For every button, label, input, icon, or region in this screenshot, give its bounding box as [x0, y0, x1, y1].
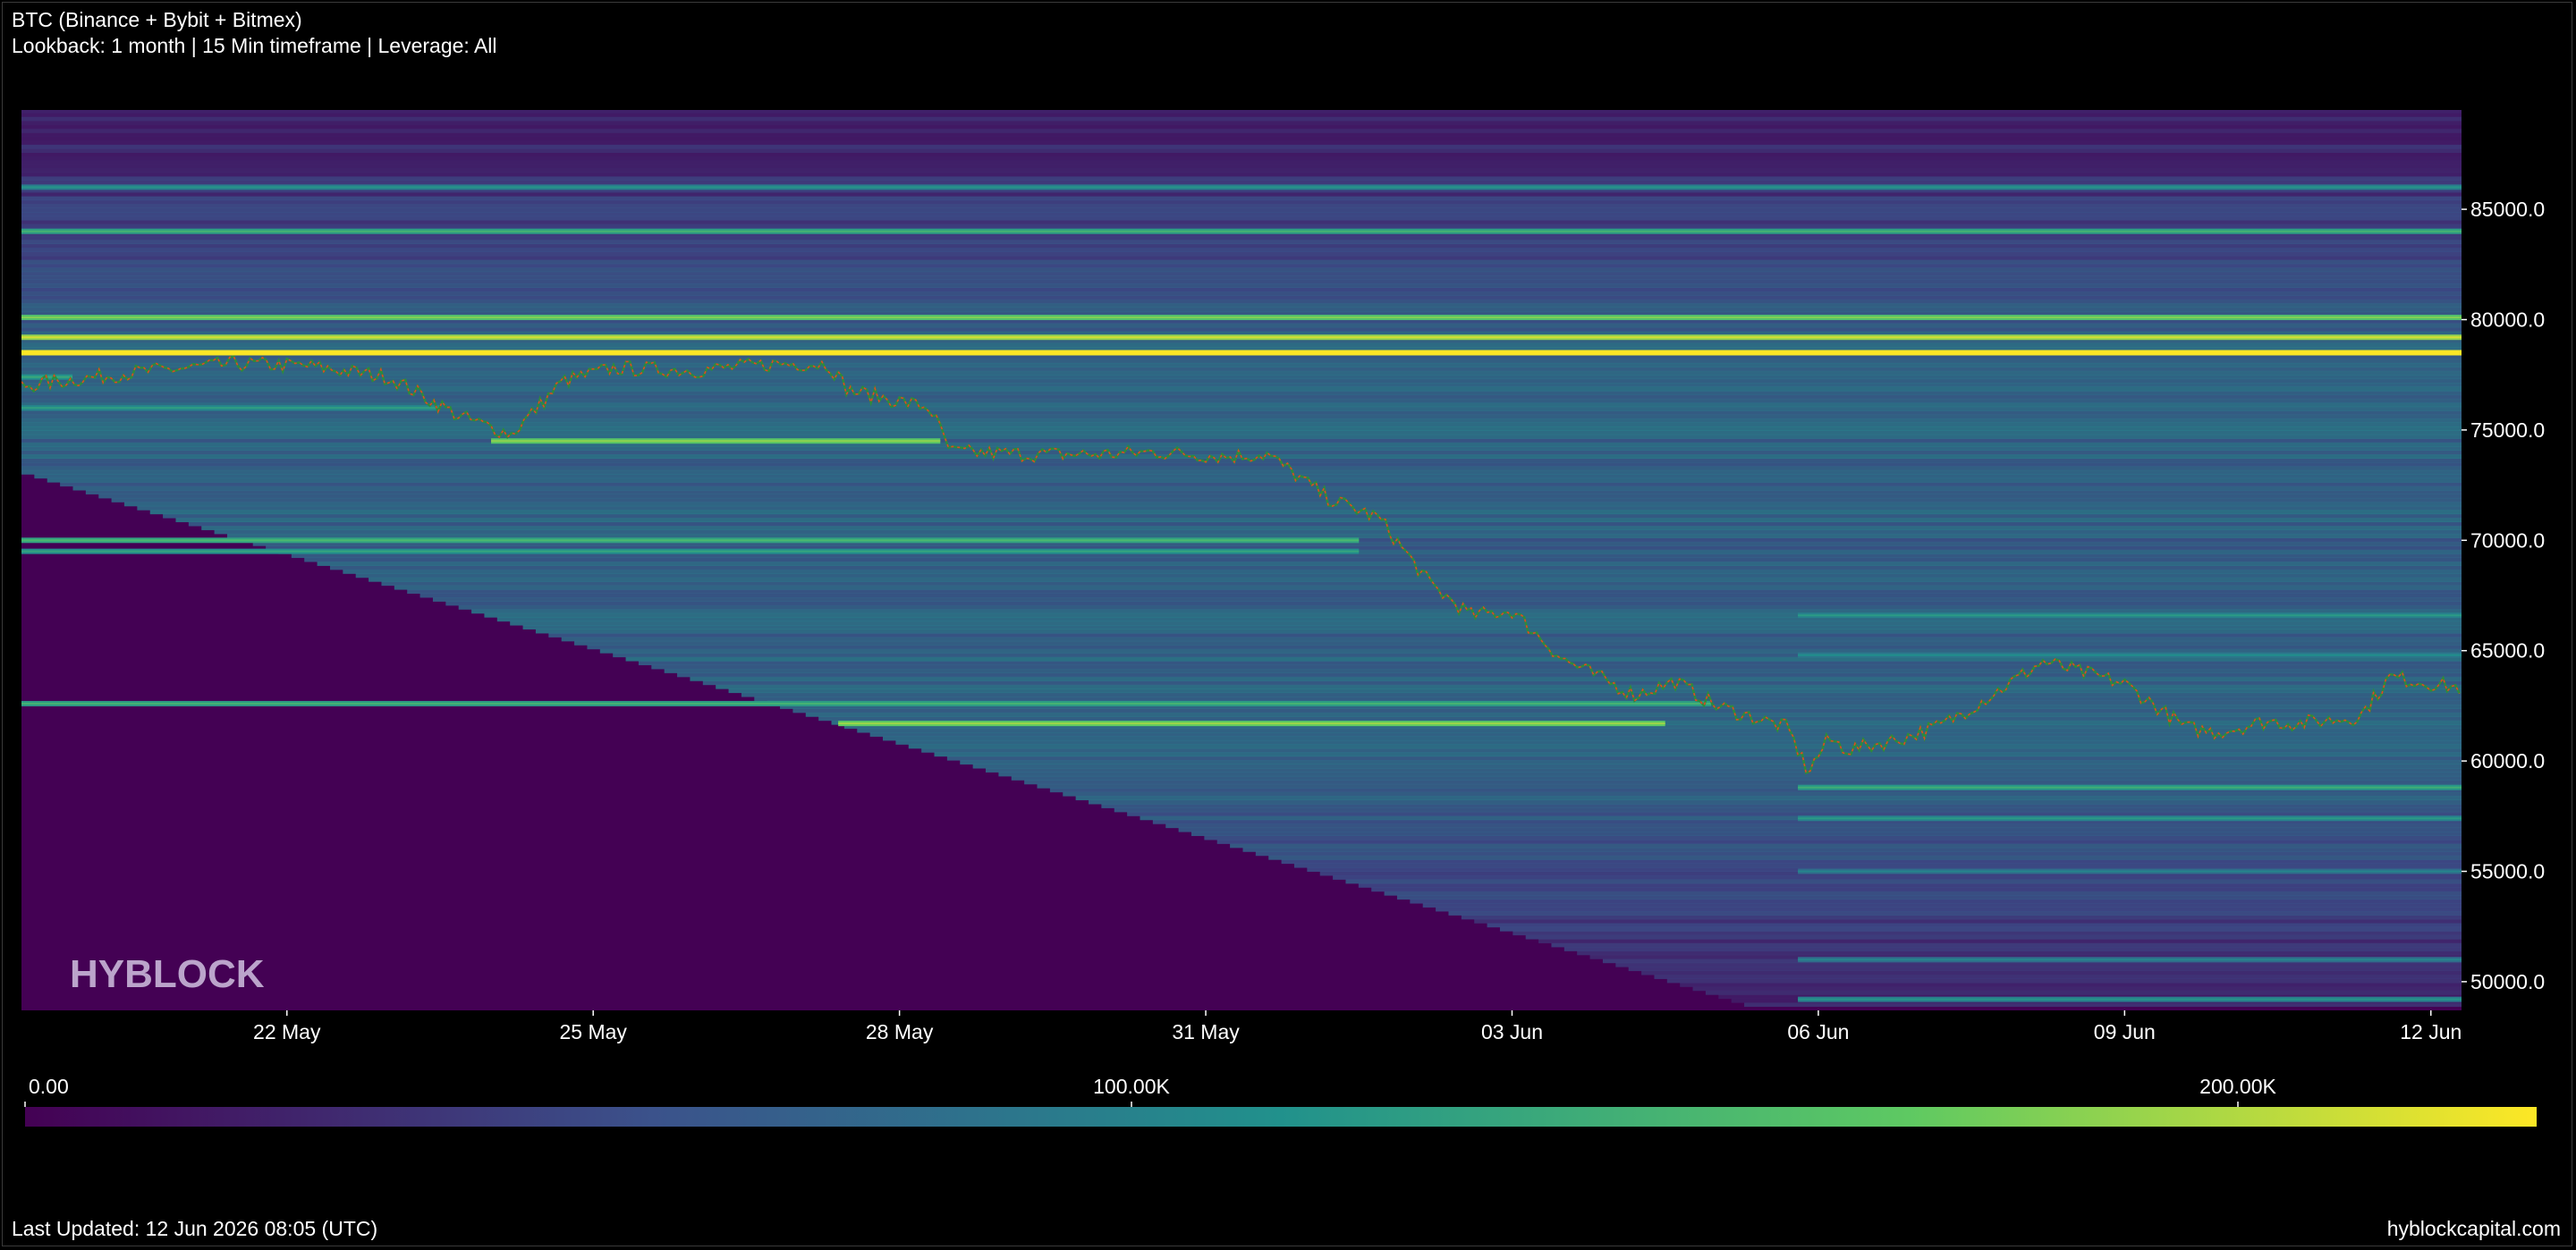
colorbar-tick-label: 0.00 [29, 1075, 69, 1098]
colorbar-tick-label: 200.00K [2199, 1075, 2276, 1098]
hyblock-watermark: HYBLOCK [70, 952, 265, 996]
y-tick-label: 85000.0 [2470, 198, 2545, 221]
last-updated: Last Updated: 12 Jun 2026 08:05 (UTC) [12, 1217, 378, 1240]
x-tick-label: 28 May [866, 1020, 934, 1043]
colorbar-gradient [25, 1107, 2537, 1127]
plot-area [21, 110, 2462, 1010]
x-tick-label: 31 May [1172, 1020, 1240, 1043]
y-tick-label: 50000.0 [2470, 970, 2545, 993]
y-tick-label: 80000.0 [2470, 308, 2545, 331]
x-tick-label: 12 Jun [2400, 1020, 2462, 1043]
x-tick-label: 03 Jun [1481, 1020, 1543, 1043]
y-tick-label: 60000.0 [2470, 749, 2545, 773]
y-tick-label: 55000.0 [2470, 860, 2545, 883]
site-link[interactable]: hyblockcapital.com [2387, 1217, 2561, 1241]
liquidation-heatmap-chart: 50000.0 55000.0 60000.0 65000.0 70000.0 75000… [21, 110, 2545, 1127]
y-tick-label: 65000.0 [2470, 639, 2545, 663]
x-tick-label: 22 May [253, 1020, 321, 1043]
x-tick-label: 09 Jun [2094, 1020, 2156, 1043]
colorbar-tick-label: 100.00K [1093, 1075, 1170, 1098]
x-tick-label: 25 May [559, 1020, 627, 1043]
y-tick-label: 75000.0 [2470, 418, 2545, 442]
x-tick-label: 06 Jun [1787, 1020, 1849, 1043]
colorbar: 0.00 100.00K 200.00K [24, 1075, 2537, 1127]
y-tick-label: 70000.0 [2470, 528, 2545, 552]
